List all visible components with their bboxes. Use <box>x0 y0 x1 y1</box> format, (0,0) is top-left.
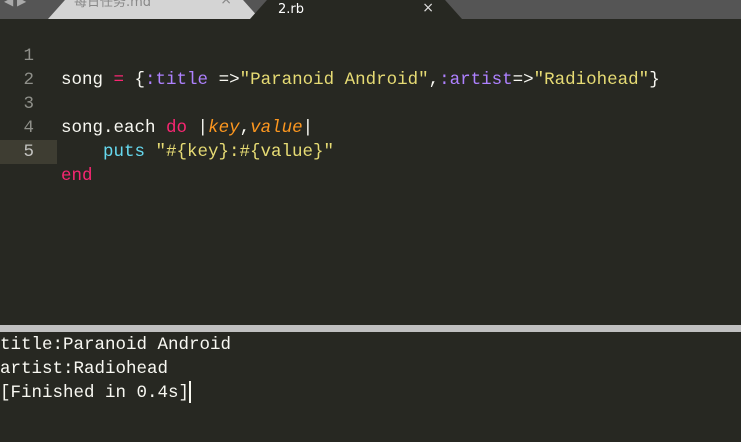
close-icon[interactable]: × <box>220 0 232 8</box>
code-line-current: 5 end <box>0 116 741 186</box>
output-panel: title:Paranoid Android artist:Radiohead … <box>0 332 741 442</box>
line-number: 5 <box>0 140 57 164</box>
code-line: 4 puts "#{key}:#{value}" <box>0 92 741 162</box>
tab-markdown-file[interactable]: 每日任务.md × <box>48 0 260 19</box>
token: "#{key}:#{value}" <box>155 142 335 162</box>
panel-splitter[interactable] <box>0 325 741 332</box>
output-line: title:Paranoid Android <box>0 335 232 355</box>
code-line: 3 song.each do |key,value| <box>0 68 741 138</box>
code-line: 2 <box>0 44 741 90</box>
tab-label: 每日任务.md <box>74 0 152 10</box>
code-line: 1 song = {:title =>"Paranoid Android",:a… <box>0 20 741 90</box>
token: puts <box>61 142 156 162</box>
tab-nav-arrows-icon[interactable]: ◀ ▶ <box>4 0 26 8</box>
close-icon[interactable]: × <box>422 0 434 16</box>
output-line: [Finished in 0.4s] <box>0 381 192 405</box>
finished-status: [Finished in 0.4s] <box>0 383 190 403</box>
output-line: artist:Radiohead <box>0 359 169 379</box>
text-cursor <box>189 381 192 404</box>
tab-ruby-file[interactable]: 2.rb × <box>250 0 462 19</box>
tab-label: 2.rb <box>278 2 304 17</box>
code-editor[interactable]: 1 song = {:title =>"Paranoid Android",:a… <box>0 19 741 325</box>
tab-bar: ◀ ▶ 每日任务.md × 2.rb × <box>0 0 741 19</box>
token: end <box>61 166 93 186</box>
